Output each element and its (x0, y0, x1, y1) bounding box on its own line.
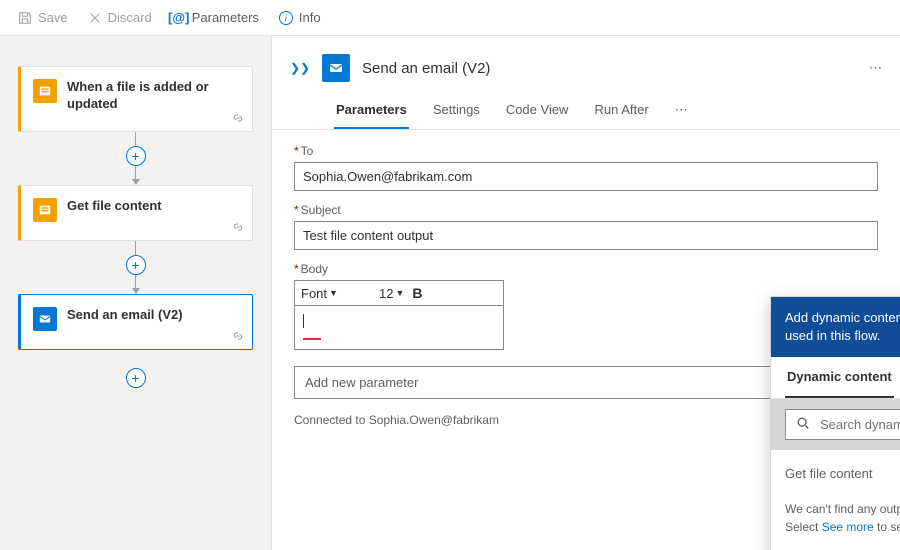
action-card-get-file[interactable]: Get file content (18, 185, 253, 241)
dynamic-content-panel: Add dynamic content from the apps and co… (770, 296, 900, 550)
subject-field[interactable] (294, 221, 878, 250)
rte-toolbar: Font ▼ 12 ▼ B (294, 280, 504, 305)
info-button[interactable]: i Info (271, 6, 329, 29)
save-button[interactable]: Save (10, 6, 76, 29)
to-label: *To (294, 144, 878, 158)
link-icon (232, 221, 244, 236)
outlook-icon (33, 307, 57, 331)
more-button[interactable]: ⋯ (869, 60, 882, 76)
save-icon (18, 11, 32, 25)
section-title: Get file content (785, 466, 872, 481)
parameters-label: Parameters (192, 10, 259, 25)
designer-canvas: When a file is added or updated + Get fi… (0, 36, 272, 550)
action-title: Send an email (V2) (362, 60, 857, 77)
command-bar: Save Discard [@] Parameters i Info (0, 0, 900, 36)
tab-run-after[interactable]: Run After (592, 92, 650, 129)
body-label: *Body (294, 262, 504, 276)
section-get-file-content: Get file content See more (771, 450, 900, 496)
connector: + (18, 132, 253, 185)
parameters-icon: [@] (172, 11, 186, 25)
subject-label: *Subject (294, 203, 878, 217)
tab-parameters[interactable]: Parameters (334, 92, 409, 129)
card-title: Send an email (V2) (67, 307, 238, 324)
add-action-button[interactable]: + (126, 255, 146, 275)
collapse-button[interactable]: ❯❯ (290, 58, 310, 78)
sharepoint-icon (33, 198, 57, 222)
search-input[interactable] (820, 417, 900, 432)
tab-overflow[interactable]: ⋯ (673, 92, 690, 129)
search-icon (796, 416, 810, 433)
discard-icon (88, 11, 102, 25)
action-tabs: Parameters Settings Code View Run After … (272, 92, 900, 130)
body-field[interactable] (294, 305, 504, 350)
bold-button[interactable]: B (412, 285, 422, 301)
no-outputs-message: We can't find any outputs to match this … (771, 496, 900, 550)
trigger-card[interactable]: When a file is added or updated (18, 66, 253, 132)
add-action-button[interactable]: + (126, 146, 146, 166)
action-card-send-email[interactable]: Send an email (V2) (18, 294, 253, 350)
sharepoint-icon (33, 79, 57, 103)
dynamic-content-header: Add dynamic content from the apps and co… (785, 309, 900, 345)
tab-settings[interactable]: Settings (431, 92, 482, 129)
add-action-button[interactable]: + (126, 368, 146, 388)
info-label: Info (299, 10, 321, 25)
discard-label: Discard (108, 10, 152, 25)
save-label: Save (38, 10, 68, 25)
outlook-icon (322, 54, 350, 82)
card-title: When a file is added or updated (67, 79, 238, 113)
parameters-button[interactable]: [@] Parameters (164, 6, 267, 29)
card-title: Get file content (67, 198, 238, 215)
discard-button[interactable]: Discard (80, 6, 160, 29)
link-icon (232, 112, 244, 127)
search-dynamic-content[interactable] (785, 409, 900, 440)
connector: + (18, 241, 253, 294)
font-picker[interactable]: Font ▼ (301, 286, 371, 301)
see-more-inline-link[interactable]: See more (822, 520, 874, 534)
link-icon (232, 330, 244, 345)
info-icon: i (279, 11, 293, 25)
to-field[interactable] (294, 162, 878, 191)
action-detail-pane: ❯❯ Send an email (V2) ⋯ Parameters Setti… (272, 36, 900, 550)
font-size-picker[interactable]: 12 ▼ (379, 286, 404, 301)
tab-code-view[interactable]: Code View (504, 92, 571, 129)
tab-dynamic-content[interactable]: Dynamic content (785, 357, 894, 398)
